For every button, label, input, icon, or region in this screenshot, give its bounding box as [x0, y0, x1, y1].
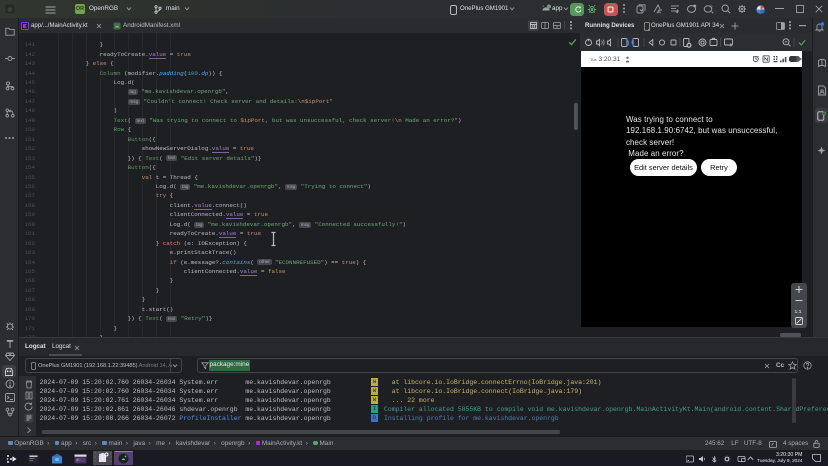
svg-text:?: ? — [710, 5, 713, 10]
svg-text:1:1: 1:1 — [795, 309, 802, 315]
